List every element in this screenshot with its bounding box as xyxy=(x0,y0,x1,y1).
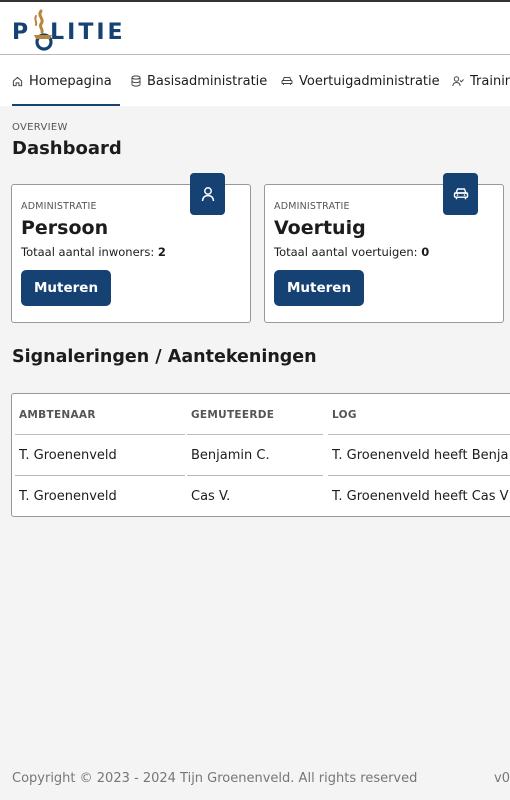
home-icon xyxy=(12,76,23,86)
nav-item-training[interactable]: Training xyxy=(452,55,510,106)
card-icon-badge xyxy=(190,173,225,215)
footer-copyright: Copyright © 2023 - 2024 Tijn Groenenveld… xyxy=(12,771,418,786)
nav-item-label: Voertuigadministratie xyxy=(299,73,440,89)
muteren-persoon-button[interactable]: Muteren xyxy=(21,270,112,306)
table-row[interactable]: T. Groenenveld Benjamin C. T. Groenenvel… xyxy=(12,435,510,476)
table-cell: T. Groenenveld heeft Cas V xyxy=(332,489,509,504)
table-cell: Benjamin C. xyxy=(184,435,326,476)
stat-label: Totaal aantal inwoners: xyxy=(21,245,155,259)
card-title: Persoon xyxy=(21,217,109,239)
nav-item-label: Basisadministratie xyxy=(147,73,268,89)
table-cell: T. Groenenveld xyxy=(19,489,117,504)
nav-item-homepagina[interactable]: Homepagina xyxy=(12,55,120,106)
card-title: Voertuig xyxy=(274,217,366,239)
column-header: AMBTENAAR xyxy=(12,394,188,435)
car-icon xyxy=(453,188,468,200)
stat-label: Totaal aantal voertuigen: xyxy=(274,245,418,259)
car-icon xyxy=(281,77,293,85)
user-icon xyxy=(201,187,214,202)
card-stat: Totaal aantal voertuigen: 0 xyxy=(274,245,429,259)
user-check-icon xyxy=(452,75,464,86)
nav-item-label: Training xyxy=(470,73,510,89)
table-cell: T. Groenenveld xyxy=(12,435,188,476)
card-persoon: ADMINISTRATIE Persoon Totaal aantal inwo… xyxy=(11,173,251,323)
nav-item-basisadministratie[interactable]: Basisadministratie xyxy=(131,55,267,106)
card-label: ADMINISTRATIE xyxy=(274,201,350,212)
muteren-voertuig-button[interactable]: Muteren xyxy=(274,270,365,306)
card-label: ADMINISTRATIE xyxy=(21,201,97,212)
section-title: Signaleringen / Aantekeningen xyxy=(12,347,317,367)
main-nav: Homepagina Basisadministratie Voertuigad… xyxy=(0,54,510,106)
nav-item-voertuigadministratie[interactable]: Voertuigadministratie xyxy=(281,55,440,106)
politie-logo[interactable]: P LITIE xyxy=(12,8,126,52)
nav-item-label: Homepagina xyxy=(29,73,112,89)
stat-value: 2 xyxy=(157,245,166,259)
column-header: LOG xyxy=(325,394,510,435)
header: P LITIE xyxy=(0,2,510,54)
table-header-row: AMBTENAAR GEMUTEERDE LOG xyxy=(12,394,510,435)
card-stat: Totaal aantal inwoners: 2 xyxy=(21,245,166,259)
card-voertuig: ADMINISTRATIE Voertuig Totaal aantal voe… xyxy=(264,173,504,323)
page-title: Dashboard xyxy=(12,138,122,159)
breadcrumb: OVERVIEW xyxy=(12,122,68,133)
database-icon xyxy=(131,75,141,87)
stat-value: 0 xyxy=(421,245,430,259)
footer-version: v0 xyxy=(494,771,510,786)
signaleringen-table: AMBTENAAR GEMUTEERDE LOG T. Groenenveld … xyxy=(11,393,510,517)
table-cell: T. Groenenveld heeft Benja xyxy=(325,435,510,476)
logo-text-right: LITIE xyxy=(50,20,126,45)
politie-emblem-icon xyxy=(34,9,53,51)
column-header: GEMUTEERDE xyxy=(184,394,326,435)
card-icon-badge xyxy=(443,173,478,215)
table-cell: Cas V. xyxy=(191,489,231,504)
table-row[interactable]: T. Groenenveld Cas V. T. Groenenveld hee… xyxy=(12,476,510,516)
